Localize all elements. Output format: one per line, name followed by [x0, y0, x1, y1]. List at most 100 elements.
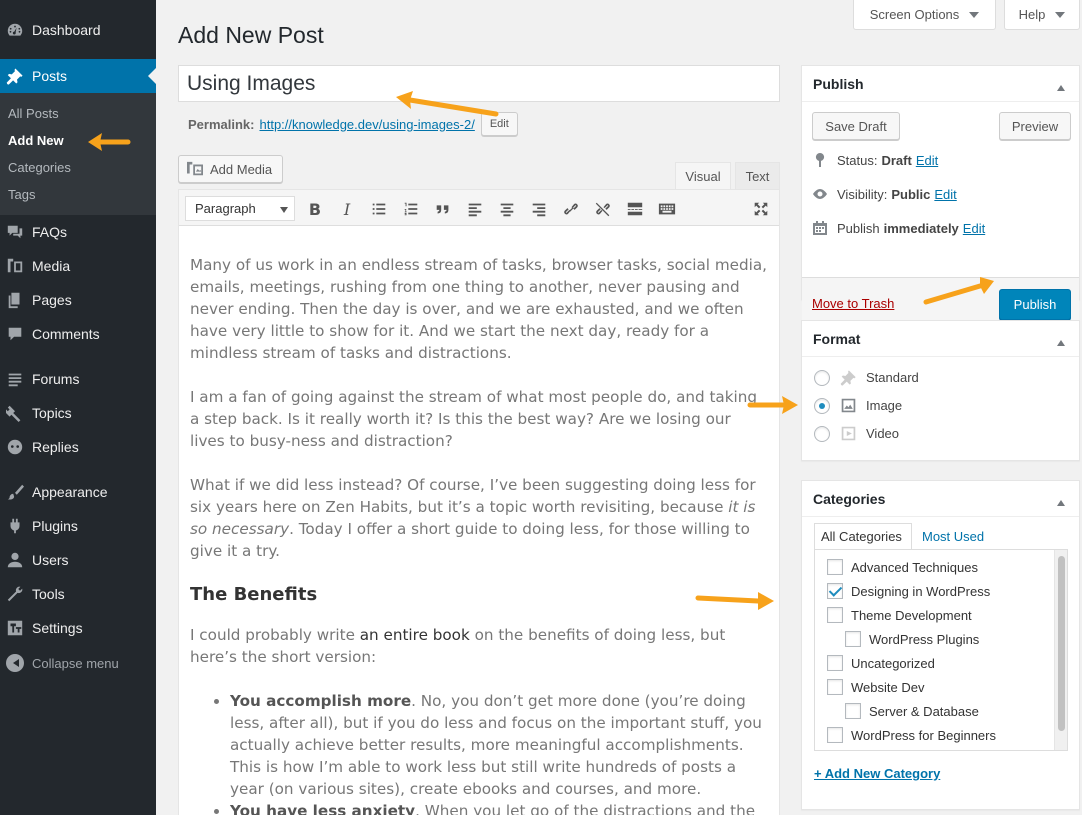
category-item[interactable]: Designing in WordPress	[827, 583, 990, 599]
align-left-button[interactable]	[465, 199, 485, 219]
toolbar-toggle-button[interactable]	[657, 199, 677, 219]
radio-video[interactable]	[814, 425, 830, 442]
category-checkbox[interactable]	[845, 703, 861, 719]
numbered-list-button[interactable]	[401, 199, 421, 219]
publish-box-header[interactable]: Publish	[802, 66, 1079, 102]
categories-box: Categories All Categories Most Used Adva…	[801, 480, 1080, 810]
radio-standard[interactable]	[814, 369, 830, 386]
submenu-tags[interactable]: Tags	[8, 187, 35, 202]
bullet-list-button[interactable]	[369, 199, 389, 219]
format-box-header[interactable]: Format	[802, 321, 1079, 357]
category-item[interactable]: WordPress for Beginners	[827, 727, 996, 743]
menu-forums[interactable]: Forums	[0, 362, 156, 396]
help-button[interactable]: Help	[1004, 0, 1080, 30]
screen-options-button[interactable]: Screen Options	[853, 0, 996, 30]
category-checkbox[interactable]	[827, 583, 843, 599]
publish-button[interactable]: Publish	[999, 289, 1071, 320]
fullscreen-icon	[754, 202, 768, 216]
user-icon	[5, 550, 25, 570]
category-checkbox[interactable]	[827, 679, 843, 695]
menu-replies[interactable]: Replies	[0, 430, 156, 464]
content-link[interactable]: an entire book	[360, 626, 470, 644]
menu-faqs[interactable]: FAQs	[0, 215, 156, 249]
paragraph-format-select[interactable]: Paragraph	[185, 196, 295, 221]
collapse-menu[interactable]: Collapse menu	[0, 652, 156, 674]
unlink-button[interactable]	[593, 199, 613, 219]
status-edit-link[interactable]: Edit	[916, 153, 938, 168]
save-draft-button[interactable]: Save Draft	[812, 112, 900, 140]
menu-posts[interactable]: Posts	[0, 59, 156, 93]
categories-box-header[interactable]: Categories	[802, 481, 1079, 517]
category-item[interactable]: Theme Development	[827, 607, 972, 623]
menu-dashboard[interactable]: Dashboard	[0, 13, 156, 47]
content-paragraph: I could probably write an entire book on…	[190, 624, 770, 668]
submenu-add-new[interactable]: Add New	[8, 133, 64, 148]
category-checkbox[interactable]	[827, 727, 843, 743]
post-title-input[interactable]: Using Images	[178, 65, 780, 102]
permalink-edit-button[interactable]: Edit	[480, 112, 518, 136]
menu-label: Media	[32, 258, 71, 274]
settings-icon	[5, 618, 25, 638]
format-option-video[interactable]: Video	[814, 425, 899, 442]
quote-icon	[436, 205, 449, 214]
align-center-icon	[500, 203, 514, 217]
collapse-toggle-icon[interactable]	[1057, 81, 1065, 91]
category-item[interactable]: Website Dev	[827, 679, 924, 695]
menu-comments[interactable]: Comments	[0, 317, 156, 351]
category-item[interactable]: Advanced Techniques	[827, 559, 978, 575]
bold-button[interactable]: B	[305, 199, 325, 219]
tab-visual[interactable]: Visual	[675, 162, 731, 189]
menu-plugins[interactable]: Plugins	[0, 509, 156, 543]
scrollbar-thumb[interactable]	[1058, 556, 1065, 731]
menu-pages[interactable]: Pages	[0, 283, 156, 317]
plug-icon	[5, 516, 25, 536]
menu-media[interactable]: Media	[0, 249, 156, 283]
menu-appearance[interactable]: Appearance	[0, 475, 156, 509]
category-checkbox[interactable]	[845, 631, 861, 647]
schedule-edit-link[interactable]: Edit	[963, 221, 985, 236]
menu-settings[interactable]: Settings	[0, 611, 156, 645]
submenu-categories[interactable]: Categories	[8, 160, 71, 175]
editor-area[interactable]: Paragraph B I Many of us work in an endl…	[178, 189, 780, 815]
preview-button[interactable]: Preview	[999, 112, 1071, 140]
insert-link-button[interactable]	[561, 199, 581, 219]
post-content: Many of us work in an endless stream of …	[190, 254, 770, 815]
fullscreen-button[interactable]	[751, 199, 771, 219]
blockquote-button[interactable]	[433, 199, 453, 219]
menu-topics[interactable]: Topics	[0, 396, 156, 430]
eye-icon	[813, 189, 827, 199]
tab-text[interactable]: Text	[735, 162, 780, 189]
read-more-button[interactable]	[625, 199, 645, 219]
category-checkbox[interactable]	[827, 655, 843, 671]
menu-tools[interactable]: Tools	[0, 577, 156, 611]
align-center-button[interactable]	[497, 199, 517, 219]
add-new-category-link[interactable]: + Add New Category	[814, 766, 940, 781]
format-option-image[interactable]: Image	[814, 397, 902, 414]
move-to-trash-link[interactable]: Move to Trash	[812, 296, 894, 311]
wrench-icon	[5, 584, 25, 604]
submenu-all-posts[interactable]: All Posts	[8, 106, 59, 121]
tab-all-categories[interactable]: All Categories	[814, 523, 912, 550]
align-right-button[interactable]	[529, 199, 549, 219]
visibility-edit-link[interactable]: Edit	[934, 187, 956, 202]
add-media-button[interactable]: Add Media	[178, 155, 283, 183]
editor-toolbar: Paragraph B I	[179, 190, 779, 226]
replies-icon	[5, 437, 25, 457]
permalink-link[interactable]: http://knowledge.dev/using-images-2/	[259, 117, 474, 132]
pin-icon	[840, 369, 857, 386]
category-checkbox[interactable]	[827, 559, 843, 575]
category-item[interactable]: Server & Database	[845, 703, 979, 719]
format-option-standard[interactable]: Standard	[814, 369, 919, 386]
collapse-toggle-icon[interactable]	[1057, 496, 1065, 506]
category-checkbox[interactable]	[827, 607, 843, 623]
category-scrollbar[interactable]	[1054, 550, 1067, 750]
category-item[interactable]: WordPress Plugins	[845, 631, 979, 647]
collapse-toggle-icon[interactable]	[1057, 336, 1065, 346]
category-item[interactable]: Uncategorized	[827, 655, 935, 671]
list-item: You accomplish more. No, you don’t get m…	[230, 690, 770, 800]
unlink-icon	[595, 202, 610, 217]
tab-most-used[interactable]: Most Used	[916, 523, 990, 550]
italic-button[interactable]: I	[337, 199, 357, 219]
menu-users[interactable]: Users	[0, 543, 156, 577]
radio-image[interactable]	[814, 397, 830, 414]
